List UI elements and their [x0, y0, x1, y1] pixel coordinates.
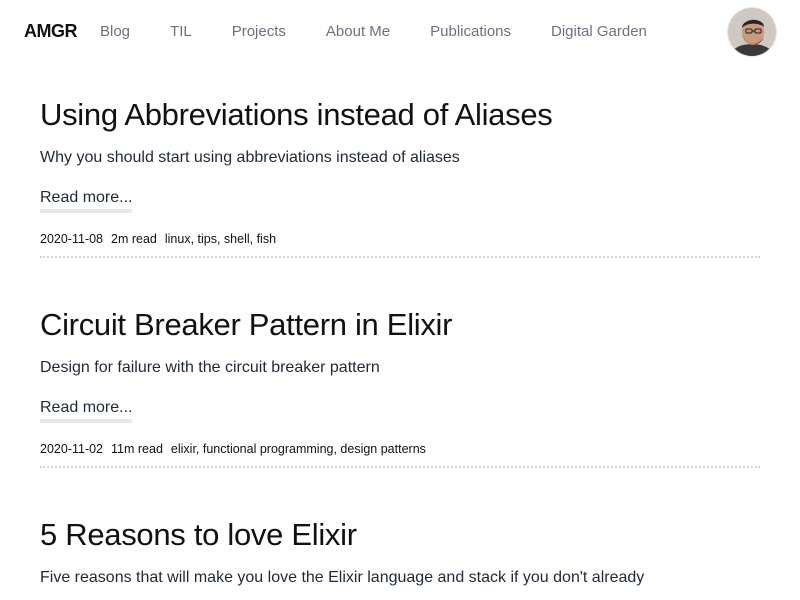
post-date: 2020-11-08	[40, 232, 104, 246]
post-description: Why you should start using abbreviations…	[40, 149, 460, 166]
site-logo[interactable]: AMGR	[24, 20, 78, 42]
site-header: AMGR Blog TIL Projects About Me Publicat…	[0, 0, 800, 64]
nav-item-digital-garden[interactable]: Digital Garden	[551, 22, 647, 42]
nav-item-about-me[interactable]: About Me	[326, 22, 390, 42]
nav-item-blog[interactable]: Blog	[100, 22, 130, 42]
post-item: 5 Reasons to love Elixir Five reasons th…	[40, 515, 760, 586]
post-description: Design for failure with the circuit brea…	[40, 359, 380, 376]
post-meta: 2020-11-02 11m read elixir, functional p…	[40, 441, 434, 457]
post-tags: elixir, functional programming, design p…	[170, 442, 426, 456]
post-meta: 2020-11-08 2m read linux, tips, shell, f…	[40, 231, 284, 247]
post-title[interactable]: Using Abbreviations instead of Aliases	[40, 95, 760, 135]
post-title[interactable]: Circuit Breaker Pattern in Elixir	[40, 305, 760, 345]
post-tags: linux, tips, shell, fish	[164, 232, 277, 246]
post-item: Circuit Breaker Pattern in Elixir Design…	[40, 305, 760, 468]
main-nav: Blog TIL Projects About Me Publications …	[100, 22, 647, 42]
user-avatar-icon	[728, 8, 776, 56]
post-divider	[40, 466, 760, 468]
post-date: 2020-11-02	[40, 442, 104, 456]
read-more-link[interactable]: Read more...	[40, 397, 133, 423]
post-item: Using Abbreviations instead of Aliases W…	[40, 95, 760, 258]
nav-item-publications[interactable]: Publications	[430, 22, 511, 42]
avatar[interactable]	[728, 8, 776, 56]
post-read-time: 11m read	[111, 442, 163, 456]
post-description: Five reasons that will make you love the…	[40, 569, 645, 586]
post-read-time: 2m read	[111, 232, 157, 246]
read-more-link[interactable]: Read more...	[40, 187, 133, 213]
nav-item-projects[interactable]: Projects	[232, 22, 286, 42]
nav-item-til[interactable]: TIL	[170, 22, 192, 42]
post-title[interactable]: 5 Reasons to love Elixir	[40, 515, 760, 555]
post-divider	[40, 256, 760, 258]
